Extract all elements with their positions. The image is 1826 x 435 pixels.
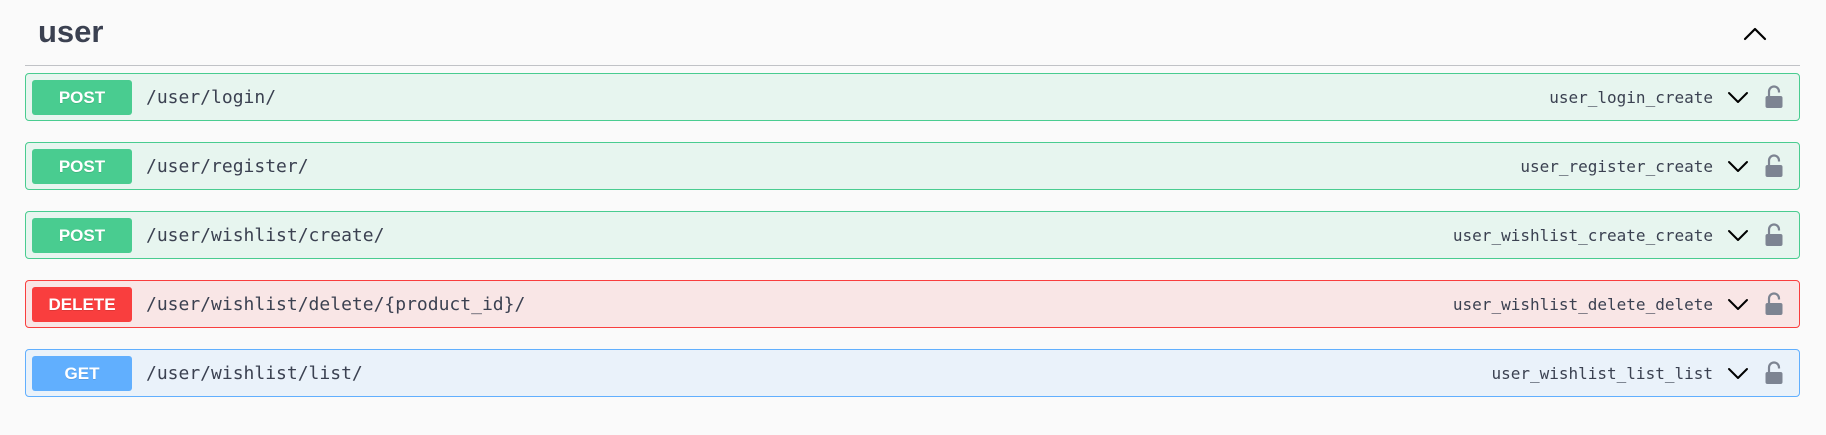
operation-id: user_register_create bbox=[1520, 156, 1713, 176]
operation-id: user_wishlist_delete_delete bbox=[1452, 294, 1713, 314]
chevron-up-icon[interactable] bbox=[1742, 20, 1768, 46]
lock-open-icon[interactable] bbox=[1763, 291, 1785, 317]
operation-controls: user_login_create bbox=[1549, 74, 1785, 120]
operation-path: /user/register/ bbox=[146, 155, 309, 177]
operation-login[interactable]: POST /user/login/ user_login_create bbox=[25, 73, 1800, 121]
lock-open-icon[interactable] bbox=[1763, 360, 1785, 386]
operation-path: /user/wishlist/list/ bbox=[146, 362, 363, 384]
tag-section-user: user POST /user/login/ user_login_create… bbox=[25, 0, 1800, 418]
chevron-down-icon[interactable] bbox=[1725, 84, 1751, 110]
operation-wishlist-create[interactable]: POST /user/wishlist/create/ user_wishlis… bbox=[25, 211, 1800, 259]
operation-wishlist-list[interactable]: GET /user/wishlist/list/ user_wishlist_l… bbox=[25, 349, 1800, 397]
lock-open-icon[interactable] bbox=[1763, 222, 1785, 248]
method-badge: POST bbox=[32, 80, 132, 115]
chevron-down-icon[interactable] bbox=[1725, 291, 1751, 317]
chevron-down-icon[interactable] bbox=[1725, 360, 1751, 386]
tag-title: user bbox=[38, 14, 104, 49]
method-badge: DELETE bbox=[32, 287, 132, 322]
operation-path: /user/wishlist/delete/{product_id}/ bbox=[146, 293, 526, 315]
operation-register[interactable]: POST /user/register/ user_register_creat… bbox=[25, 142, 1800, 190]
operation-path: /user/wishlist/create/ bbox=[146, 224, 385, 246]
method-badge: GET bbox=[32, 356, 132, 391]
method-badge: POST bbox=[32, 218, 132, 253]
operation-id: user_wishlist_create_create bbox=[1452, 225, 1713, 245]
operation-controls: user_wishlist_create_create bbox=[1453, 212, 1785, 258]
operation-wishlist-delete[interactable]: DELETE /user/wishlist/delete/{product_id… bbox=[25, 280, 1800, 328]
operation-controls: user_register_create bbox=[1520, 143, 1785, 189]
chevron-down-icon[interactable] bbox=[1725, 222, 1751, 248]
operations-list: POST /user/login/ user_login_create POST… bbox=[25, 66, 1800, 397]
operation-controls: user_wishlist_delete_delete bbox=[1453, 281, 1785, 327]
operation-id: user_wishlist_list_list bbox=[1491, 363, 1713, 383]
lock-open-icon[interactable] bbox=[1763, 84, 1785, 110]
operation-id: user_login_create bbox=[1549, 87, 1713, 107]
tag-header[interactable]: user bbox=[25, 0, 1800, 66]
operation-path: /user/login/ bbox=[146, 86, 277, 108]
chevron-down-icon[interactable] bbox=[1725, 153, 1751, 179]
lock-open-icon[interactable] bbox=[1763, 153, 1785, 179]
method-badge: POST bbox=[32, 149, 132, 184]
operation-controls: user_wishlist_list_list bbox=[1491, 350, 1785, 396]
